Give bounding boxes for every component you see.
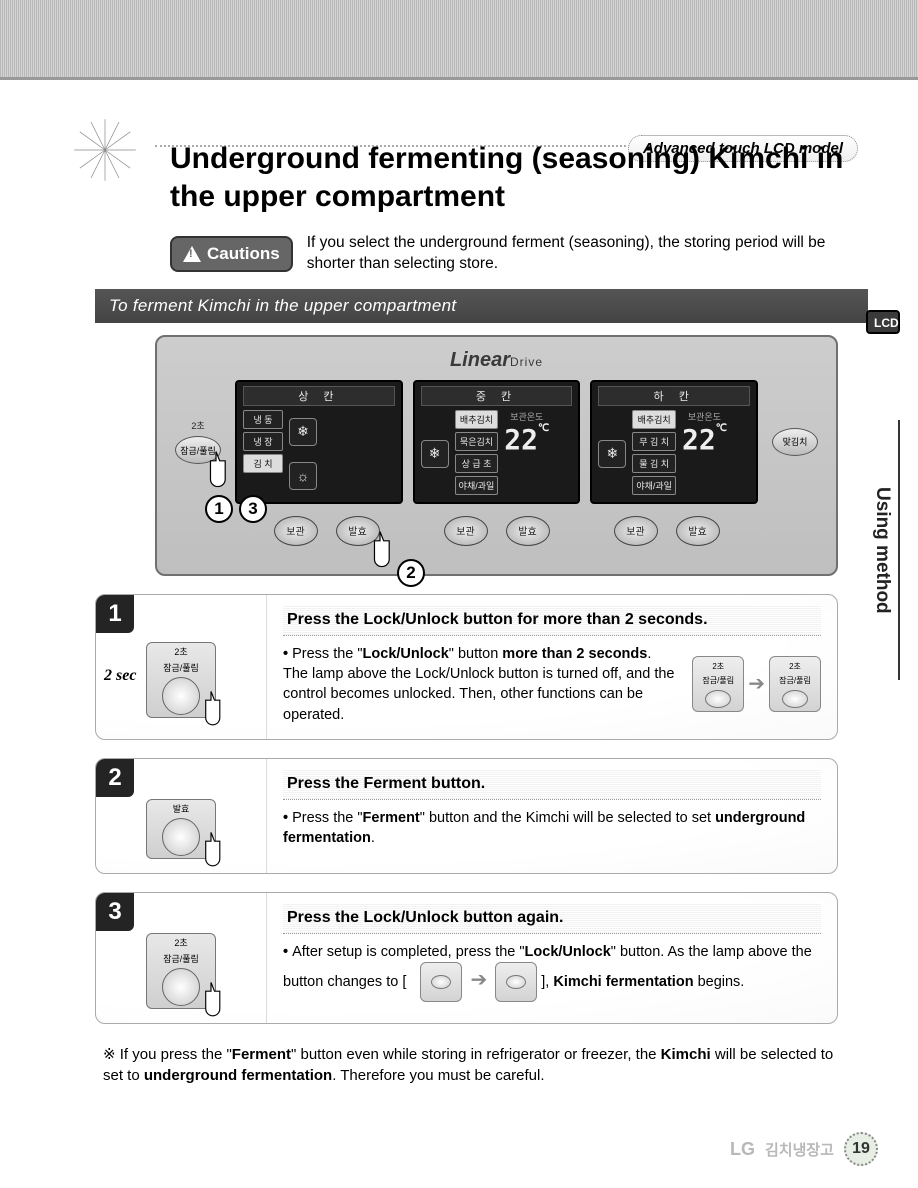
- step-heading: Press the Ferment button.: [283, 769, 821, 800]
- bottom-button-row: 보관 발효 보관 발효 보관 발효: [171, 516, 822, 546]
- side-tab-lcd: LCD: [866, 310, 900, 334]
- lcd-lower: 하 칸 ❄ 배추김치 무 김 치 물 김 치 야채/과일 보관온도 22℃: [590, 380, 758, 504]
- pointing-hand-icon: [189, 687, 233, 731]
- brand-kr: 김치냉장고: [765, 1139, 834, 1160]
- pointing-hand-icon: [193, 447, 239, 493]
- store-button[interactable]: 보관: [274, 516, 318, 546]
- caution-badge: Cautions: [170, 236, 293, 272]
- page-title: Underground fermenting (seasoning) Kimch…: [170, 140, 868, 215]
- ferment-button[interactable]: 발효: [506, 516, 550, 546]
- custom-kimchi-button-area[interactable]: 맞김치: [768, 380, 822, 504]
- store-button[interactable]: 보관: [614, 516, 658, 546]
- lock-state-after-icon: 2초잠금/풀림: [769, 656, 821, 712]
- caution-text: If you select the underground ferment (s…: [307, 233, 827, 275]
- arrow-icon: ➔: [470, 969, 487, 991]
- ferment-button-illustration: 발효: [146, 799, 216, 859]
- warning-icon: [183, 246, 201, 262]
- snowflake-icon: ❄: [289, 418, 317, 446]
- sun-icon: ☼: [289, 462, 317, 490]
- brand-logo: LG: [730, 1139, 755, 1160]
- section-bar: To ferment Kimchi in the upper compartme…: [95, 289, 868, 323]
- two-sec-label: 2 sec: [104, 667, 136, 685]
- step-2: 2 발효 Press the Ferment button. Press the…: [95, 758, 838, 874]
- caution-label: Cautions: [207, 244, 280, 264]
- step-1: 1 2 sec 2초 잠금/풀림 Press the Lock/Unlock b…: [95, 594, 838, 740]
- lcd-upper: 상 칸 냉 동 냉 장 김 치 ❄ ☼: [235, 380, 403, 504]
- page-number: 19: [844, 1132, 878, 1166]
- store-button[interactable]: 보관: [444, 516, 488, 546]
- ferment-button[interactable]: 발효: [676, 516, 720, 546]
- step-text: After setup is completed, press the "Loc…: [283, 942, 821, 1002]
- marker-1: 1: [205, 495, 233, 523]
- lock-button-illustration: 2초 잠금/풀림: [146, 933, 216, 1009]
- step-text: Press the "Lock/Unlock" button more than…: [283, 644, 678, 725]
- step-heading: Press the Lock/Unlock button again.: [283, 903, 821, 934]
- pointing-hand-icon: [189, 978, 233, 1022]
- pointing-hand-icon: [357, 527, 403, 573]
- lock-state-icon: [420, 962, 462, 1002]
- custom-kimchi-button[interactable]: 맞김치: [772, 428, 818, 456]
- control-panel: LinearDrive 2초 잠금/풀림 상 칸 냉 동 냉 장 김 치 ❄ ☼: [155, 335, 838, 576]
- lcd-middle: 중 칸 ❄ 배추김치 묵은김치 상 급 초 야채/과일 보관온도 22℃: [413, 380, 581, 504]
- marker-2: 2: [397, 559, 425, 587]
- step-3: 3 2초 잠금/풀림 Press the Lock/Unlock button …: [95, 892, 838, 1024]
- top-texture: [0, 0, 918, 80]
- footnote: ※ If you press the "Ferment" button even…: [103, 1044, 838, 1086]
- caution-row: Cautions If you select the underground f…: [170, 233, 868, 275]
- lock-state-before-icon: 2초잠금/풀림: [692, 656, 744, 712]
- lock-state-icon: [495, 962, 537, 1002]
- snowflake-icon: ❄: [421, 440, 449, 468]
- snowflake-icon: ❄: [598, 440, 626, 468]
- arrow-icon: ➔: [748, 670, 765, 698]
- lock-button-illustration: 2초 잠금/풀림: [146, 642, 216, 718]
- step-heading: Press the Lock/Unlock button for more th…: [283, 605, 821, 636]
- pointing-hand-icon: [189, 828, 233, 872]
- marker-3: 3: [239, 495, 267, 523]
- step-text: Press the "Ferment" button and the Kimch…: [283, 808, 821, 849]
- side-tab-using-method: Using method: [866, 420, 900, 680]
- page-footer: LG 김치냉장고 19: [730, 1132, 878, 1166]
- panel-brand: LinearDrive: [171, 349, 822, 372]
